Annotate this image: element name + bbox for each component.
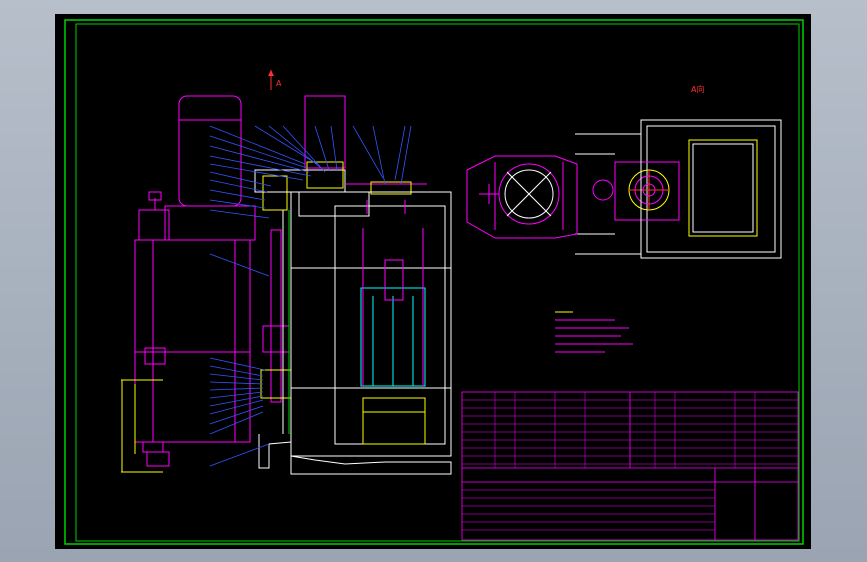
- section-arrow-icon: A: [268, 70, 282, 90]
- cad-viewport[interactable]: A A向: [55, 14, 811, 549]
- outer-border: [64, 19, 804, 545]
- cad-drawing[interactable]: A A向: [55, 14, 811, 549]
- inner-border: [75, 23, 800, 542]
- aux-view: A向: [466, 84, 782, 259]
- inner-mechanism: [360, 200, 426, 445]
- drive-column: [260, 175, 292, 434]
- technical-notes: [555, 311, 633, 353]
- aux-view-label: A向: [691, 84, 704, 94]
- mixing-housing: [258, 191, 452, 475]
- leader-lines: [209, 125, 412, 467]
- section-label: A: [276, 79, 282, 88]
- title-block: [461, 391, 799, 541]
- center-mark-icon: [479, 184, 499, 204]
